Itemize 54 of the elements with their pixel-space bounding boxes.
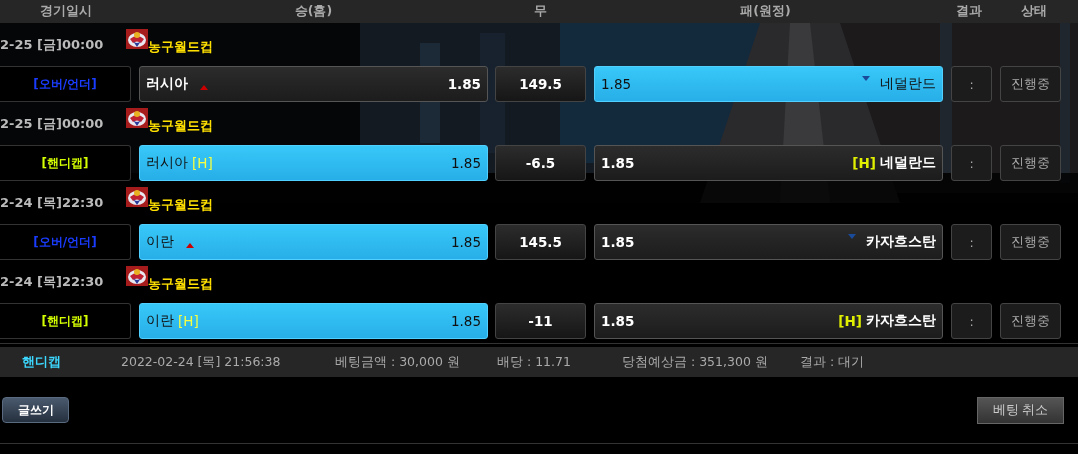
league-name: 농구월드컵 [148, 37, 213, 56]
up-arrow-icon [186, 242, 194, 248]
bet-datetime: 2022-02-24 [목] 21:56:38 [121, 353, 282, 371]
trophy-icon [126, 187, 148, 207]
draw-line-value: -6.5 [495, 145, 586, 181]
status-label: 진행중 [1000, 303, 1061, 339]
match-date: 2-25 [금]00:00 [0, 114, 105, 133]
away-odds-option[interactable]: 1.85 [H] 네덜란드 [594, 145, 943, 181]
column-header: 패(원정) [739, 3, 792, 20]
column-header: 무 [532, 3, 548, 20]
trophy-icon [126, 29, 148, 49]
home-odds-option[interactable]: 이란 1.85 [139, 224, 488, 260]
home-odds-option[interactable]: 이란 [H] 1.85 [139, 303, 488, 339]
away-odds-option[interactable]: 1.85 [H] 카자흐스탄 [594, 303, 943, 339]
draw-line-value: 149.5 [495, 66, 586, 102]
write-button[interactable]: 글쓰기 [2, 397, 69, 423]
up-arrow-icon [200, 84, 208, 90]
draw-line-value: 145.5 [495, 224, 586, 260]
league-name: 농구월드컵 [148, 274, 213, 293]
draw-line-value: -11 [495, 303, 586, 339]
status-label: 진행중 [1000, 224, 1061, 260]
bet-type: 핸디캡 [22, 353, 62, 371]
league-name: 농구월드컵 [148, 195, 213, 214]
cancel-bet-button[interactable]: 베팅 취소 [977, 396, 1064, 424]
result-score: : [951, 145, 992, 181]
bet-result: 결과 : 대기 [800, 353, 865, 371]
match-date: 2-25 [금]00:00 [0, 35, 105, 54]
status-label: 진행중 [1000, 66, 1061, 102]
result-score: : [951, 303, 992, 339]
league-name: 농구월드컵 [148, 116, 213, 135]
column-header: 승(홈) [293, 3, 334, 20]
bet-type-label: [핸디캡] [0, 303, 131, 339]
trophy-icon [126, 108, 148, 128]
away-odds-option[interactable]: 1.85 카자흐스탄 [594, 224, 943, 260]
result-score: : [951, 224, 992, 260]
down-arrow-icon [862, 75, 870, 81]
bet-type-label: [오버/언더] [0, 66, 131, 102]
home-odds-option[interactable]: 러시아 [H] 1.85 [139, 145, 488, 181]
column-header: 상태 [1019, 3, 1048, 20]
expected-winnings: 당첨예상금 : 351,300 원 [622, 353, 769, 371]
match-date: 2-24 [목]22:30 [0, 272, 105, 291]
home-odds-option[interactable]: 러시아 1.85 [139, 66, 488, 102]
down-arrow-icon [848, 233, 856, 239]
bet-odds: 배당 : 11.71 [497, 353, 572, 371]
trophy-icon [126, 266, 148, 286]
result-score: : [951, 66, 992, 102]
bet-type-label: [핸디캡] [0, 145, 131, 181]
column-header: 경기일시 [38, 3, 93, 20]
match-date: 2-24 [목]22:30 [0, 193, 105, 212]
away-odds-option[interactable]: 1.85 네덜란드 [594, 66, 943, 102]
column-header: 결과 [954, 3, 983, 20]
status-label: 진행중 [1000, 145, 1061, 181]
bet-type-label: [오버/언더] [0, 224, 131, 260]
bet-amount: 베팅금액 : 30,000 원 [335, 353, 461, 371]
